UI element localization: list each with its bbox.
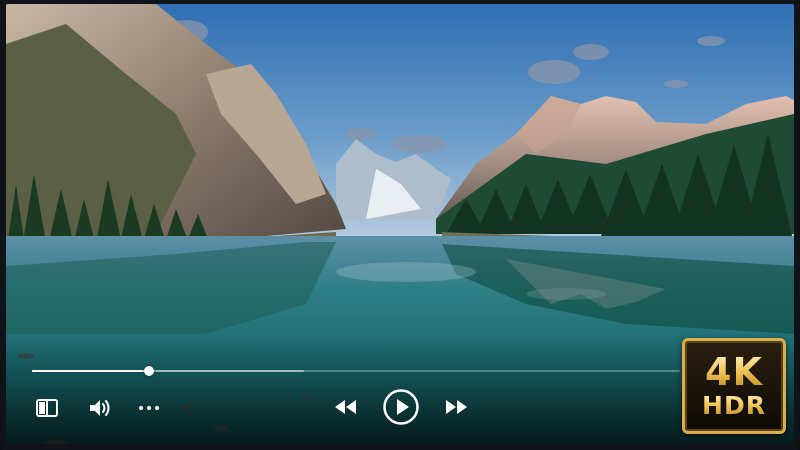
rewind-button[interactable] (330, 394, 360, 420)
video-frame[interactable]: 4K HDR (6, 4, 794, 444)
volume-icon (90, 400, 110, 416)
video-player-window: 4K HDR (0, 0, 800, 450)
4k-hdr-badge: 4K HDR (682, 338, 786, 434)
rewind-icon (335, 400, 356, 414)
sidebar-toggle-icon (36, 399, 58, 417)
fast-forward-button[interactable] (442, 394, 472, 420)
seek-bar-progress (32, 370, 149, 372)
play-button[interactable] (381, 387, 421, 427)
play-icon (383, 389, 419, 425)
volume-button[interactable] (86, 396, 114, 420)
badge-4k-label: 4K (705, 350, 763, 394)
more-options-button[interactable] (136, 396, 162, 420)
badge-hdr-label: HDR (702, 391, 766, 420)
sidebar-toggle-button[interactable] (34, 396, 60, 420)
video-scene (6, 4, 794, 444)
seek-bar[interactable] (32, 366, 680, 376)
seek-bar-thumb[interactable] (143, 366, 154, 376)
more-options-icon (139, 406, 159, 410)
fast-forward-icon (446, 400, 467, 414)
